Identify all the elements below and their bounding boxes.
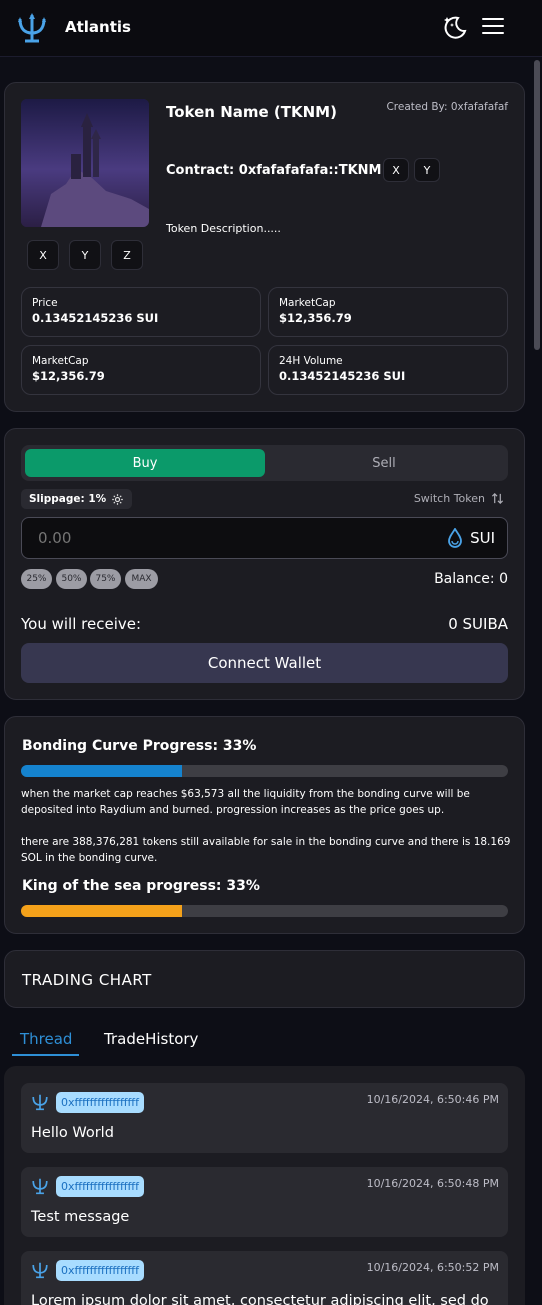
tab-trade-history[interactable]: TradeHistory	[104, 1030, 198, 1048]
page-scrollbar[interactable]	[534, 60, 540, 350]
contract-link-x[interactable]: X	[383, 158, 409, 182]
stat-marketcap: MarketCap $12,356.79	[268, 287, 508, 337]
gear-icon	[112, 493, 123, 505]
stat-value: 0.13452145236 SUI	[32, 311, 159, 325]
buy-tab[interactable]: Buy	[25, 449, 265, 477]
currency-selector[interactable]: SUI	[447, 528, 495, 548]
stat-label: 24H Volume	[279, 355, 343, 367]
trade-card: Buy Sell Slippage: 1% Switch Token SUI 2…	[4, 428, 525, 700]
sui-drop-icon	[448, 528, 462, 548]
token-name: Token Name (TKNM)	[166, 103, 337, 121]
token-description: Token Description.....	[166, 222, 281, 235]
bonding-progress-bar	[21, 765, 508, 777]
message-timestamp: 10/16/2024, 6:50:52 PM	[366, 1261, 499, 1274]
swap-arrows-icon	[491, 493, 504, 504]
stat-label: MarketCap	[32, 355, 89, 367]
quick-amount-max[interactable]: MAX	[125, 569, 158, 589]
moon-stars-icon[interactable]	[440, 13, 468, 41]
social-link-y[interactable]: Y	[69, 240, 101, 270]
token-info-card: X Y Z Token Name (TKNM) Created By: 0xfa…	[4, 82, 525, 412]
connect-wallet-button[interactable]: Connect Wallet	[21, 643, 508, 683]
trident-icon	[32, 1094, 48, 1111]
top-navbar: Atlantis	[0, 0, 542, 57]
message-timestamp: 10/16/2024, 6:50:46 PM	[366, 1093, 499, 1106]
trading-chart-card[interactable]: TRADING CHART	[4, 950, 525, 1008]
stat-24h-volume: 24H Volume 0.13452145236 SUI	[268, 345, 508, 395]
stat-value: 0.13452145236 SUI	[279, 369, 406, 383]
currency-label: SUI	[470, 529, 495, 547]
contract-address: Contract: 0xfafafafafa::TKNM	[166, 163, 382, 178]
trident-icon	[32, 1262, 48, 1279]
thread-message: 0xfffffffffffffffff 10/16/2024, 6:50:46 …	[21, 1083, 508, 1153]
thread-panel: 0xfffffffffffffffff 10/16/2024, 6:50:46 …	[4, 1066, 525, 1305]
slippage-button[interactable]: Slippage: 1%	[21, 489, 133, 509]
social-link-z[interactable]: Z	[111, 240, 143, 270]
king-progress-title: King of the sea progress: 33%	[22, 878, 260, 894]
bonding-progress-fill	[21, 765, 182, 777]
stat-label: Price	[32, 297, 58, 309]
thread-message: 0xfffffffffffffffff 10/16/2024, 6:50:48 …	[21, 1167, 508, 1237]
message-user-badge[interactable]: 0xfffffffffffffffff	[56, 1176, 145, 1197]
trident-icon[interactable]	[16, 12, 48, 44]
switch-token-button[interactable]: Switch Token	[414, 492, 504, 505]
king-progress-fill	[21, 905, 182, 917]
hamburger-menu-icon[interactable]	[482, 18, 504, 36]
balance-text: Balance: 0	[434, 571, 508, 587]
stat-value: $12,356.79	[279, 311, 352, 325]
receive-value: 0 SUIBA	[448, 615, 508, 633]
receive-label: You will receive:	[21, 615, 142, 633]
token-image	[21, 99, 149, 227]
bonding-progress-title: Bonding Curve Progress: 33%	[22, 738, 257, 754]
message-user-badge[interactable]: 0xfffffffffffffffff	[56, 1260, 145, 1281]
quick-amount-75[interactable]: 75%	[90, 569, 121, 589]
social-link-x[interactable]: X	[27, 240, 59, 270]
contract-link-y[interactable]: Y	[414, 158, 440, 182]
quick-amount-25[interactable]: 25%	[21, 569, 52, 589]
quick-amount-50[interactable]: 50%	[56, 569, 87, 589]
stat-value: $12,356.79	[32, 369, 105, 383]
slippage-label: Slippage: 1%	[29, 493, 107, 505]
bonding-availability: there are 388,376,281 tokens still avail…	[21, 836, 511, 864]
trident-icon	[32, 1178, 48, 1195]
trading-chart-title: TRADING CHART	[22, 971, 152, 989]
message-user-badge[interactable]: 0xfffffffffffffffff	[56, 1092, 145, 1113]
tab-thread[interactable]: Thread	[20, 1030, 72, 1048]
message-text: Lorem ipsum dolor sit amet, consectetur …	[31, 1293, 489, 1305]
buy-sell-toggle: Buy Sell	[21, 445, 508, 481]
message-text: Hello World	[31, 1125, 114, 1141]
created-by: Created By: 0xfafafafaf	[386, 101, 508, 113]
thread-tabs: Thread TradeHistory	[12, 1030, 532, 1058]
switch-token-label: Switch Token	[413, 492, 485, 505]
amount-input[interactable]	[22, 518, 422, 558]
stat-price: Price 0.13452145236 SUI	[21, 287, 261, 337]
message-timestamp: 10/16/2024, 6:50:48 PM	[366, 1177, 499, 1190]
king-progress-bar	[21, 905, 508, 917]
amount-field: SUI	[21, 517, 508, 559]
bonding-description: when the market cap reaches $63,573 all …	[21, 788, 470, 816]
bonding-curve-card: Bonding Curve Progress: 33% when the mar…	[4, 716, 525, 934]
thread-message: 0xfffffffffffffffff 10/16/2024, 6:50:52 …	[21, 1251, 508, 1305]
active-tab-indicator	[12, 1054, 79, 1056]
stat-marketcap-2: MarketCap $12,356.79	[21, 345, 261, 395]
app-title[interactable]: Atlantis	[65, 18, 131, 36]
message-text: Test message	[31, 1209, 130, 1225]
sell-tab[interactable]: Sell	[264, 449, 504, 477]
stat-label: MarketCap	[279, 297, 336, 309]
